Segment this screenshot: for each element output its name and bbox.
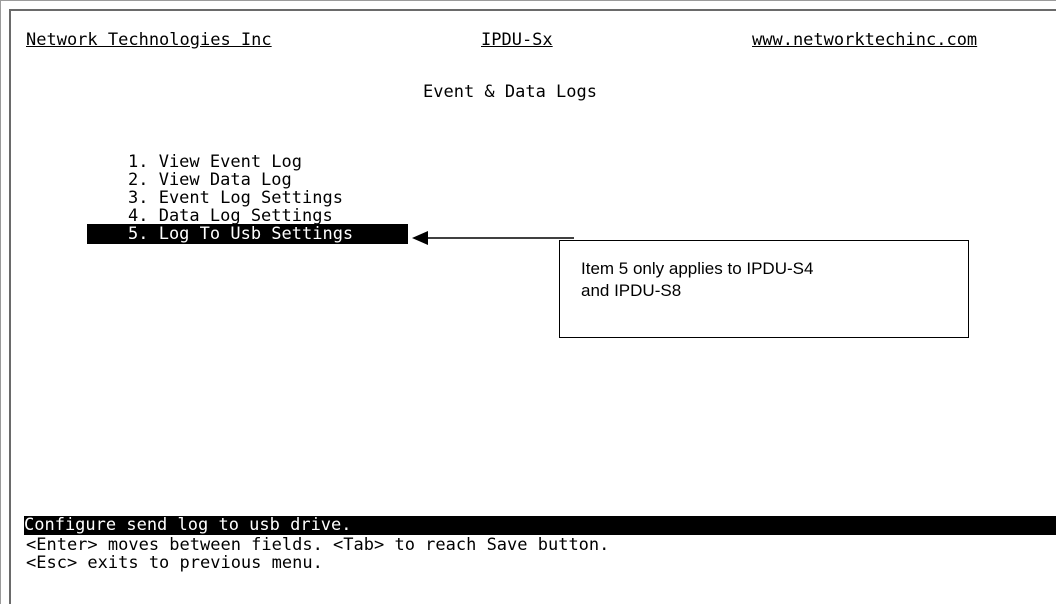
header-company: Network Technologies Inc xyxy=(26,30,272,50)
callout-note: Item 5 only applies to IPDU-S4 and IPDU-… xyxy=(559,240,969,338)
menu-item-view-event-log[interactable]: 1. View Event Log xyxy=(128,152,302,172)
help-line-escape: <Esc> exits to previous menu. xyxy=(26,553,323,573)
help-line-navigation: <Enter> moves between fields. <Tab> to r… xyxy=(26,535,610,555)
header-product: IPDU-Sx xyxy=(481,30,553,50)
menu-item-event-log-settings[interactable]: 3. Event Log Settings xyxy=(128,188,343,208)
menu-item-view-data-log[interactable]: 2. View Data Log xyxy=(128,170,292,190)
menu-item-data-log-settings[interactable]: 4. Data Log Settings xyxy=(128,206,333,226)
status-bar: Configure send log to usb drive. xyxy=(24,516,1056,535)
callout-arrow-icon xyxy=(412,231,574,245)
page-title: Event & Data Logs xyxy=(423,82,597,102)
header-website: www.networktechinc.com xyxy=(752,30,978,50)
menu-item-log-to-usb-settings[interactable]: 5. Log To Usb Settings xyxy=(87,224,408,244)
